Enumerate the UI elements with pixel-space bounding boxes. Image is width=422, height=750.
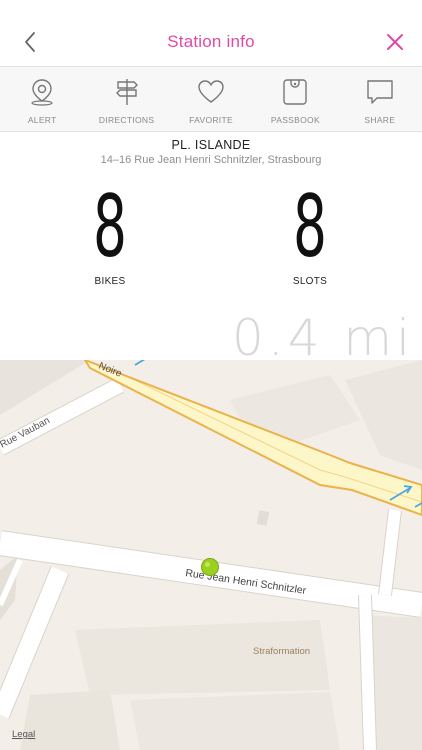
slots-label: SLOTS <box>292 276 328 287</box>
station-info-panel: PL. ISLANDE 14–16 Rue Jean Henri Schnitz… <box>0 132 422 367</box>
passbook-label: PASSBOOK <box>270 115 320 125</box>
close-button[interactable] <box>384 31 406 53</box>
passbook-button[interactable]: PASSBOOK <box>253 67 337 131</box>
navigation-bar: Station info <box>0 0 422 66</box>
map-canvas: Noire Rue Vauban Rue Jean Henri Schnitzl… <box>0 360 422 750</box>
close-icon <box>387 34 403 50</box>
share-label: SHARE <box>364 115 396 125</box>
station-name: PL. ISLANDE <box>171 138 251 152</box>
bikes-label: BIKES <box>94 276 126 287</box>
alert-button[interactable]: ALERT <box>0 67 84 131</box>
poi-label-straformation: Straformation <box>253 646 310 657</box>
station-pin[interactable] <box>201 558 219 576</box>
bikes-count: 8 <box>93 177 127 277</box>
share-button[interactable]: SHARE <box>338 67 422 131</box>
passbook-icon <box>283 79 308 105</box>
alert-label: ALERT <box>27 115 57 125</box>
directions-label: DIRECTIONS <box>98 115 155 125</box>
map-view[interactable]: Noire Rue Vauban Rue Jean Henri Schnitzl… <box>0 360 422 750</box>
station-address: 14–16 Rue Jean Henri Schnitzler, Strasbo… <box>100 154 322 166</box>
directions-button[interactable]: DIRECTIONS <box>84 67 168 131</box>
signpost-icon <box>115 79 138 105</box>
favorite-button[interactable]: FAVORITE <box>169 67 253 131</box>
slots-count: 8 <box>293 177 327 277</box>
action-toolbar: ALERT DIRECTIONS FAVORITE PASSBOOK SHARE <box>0 66 422 132</box>
speech-bubble-icon <box>367 80 393 104</box>
location-pin-icon <box>31 79 53 106</box>
distance-readout: 0.4 mi <box>231 309 414 367</box>
legal-link[interactable]: Legal <box>12 729 35 740</box>
page-title: Station info <box>167 32 255 51</box>
heart-icon <box>198 80 224 103</box>
favorite-label: FAVORITE <box>189 115 233 125</box>
